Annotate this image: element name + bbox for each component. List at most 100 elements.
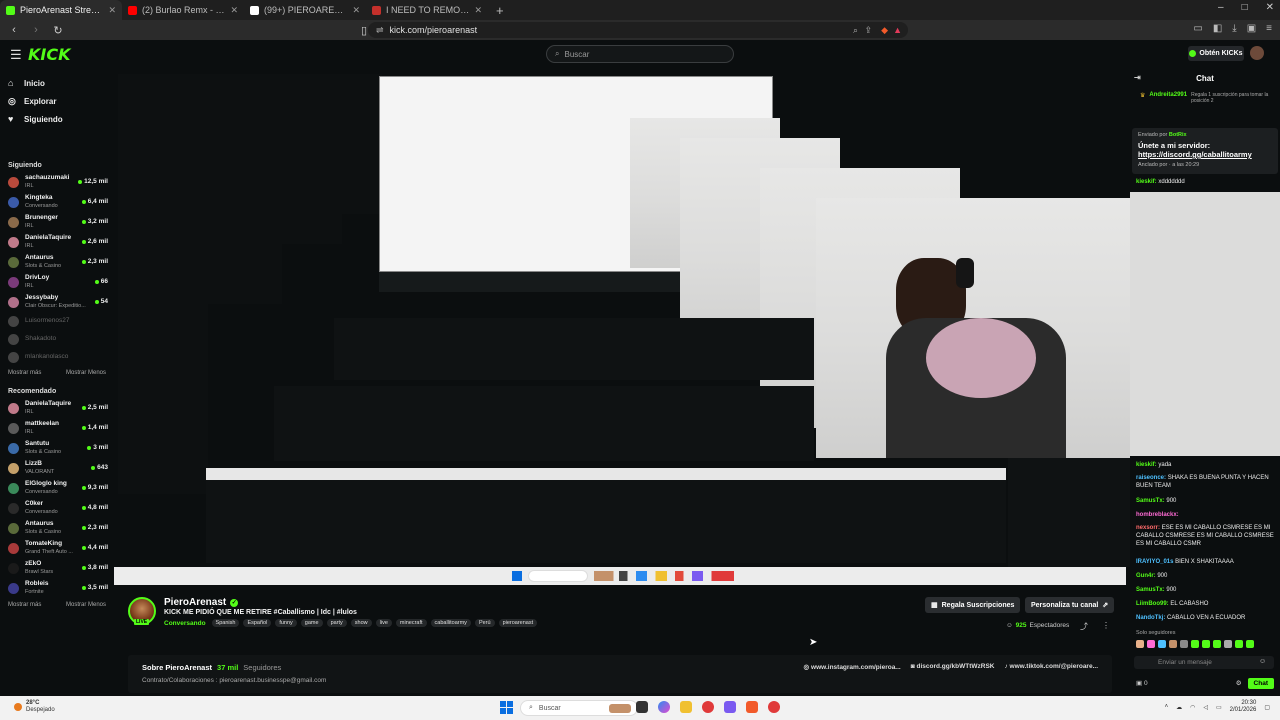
downloads-icon[interactable]: ⤓: [1232, 23, 1236, 34]
forward-icon[interactable]: ›: [28, 24, 44, 36]
browser-tab[interactable]: PieroArenast Stream - Watch Liv ✕: [0, 0, 122, 20]
chat-username[interactable]: NandoTkj:: [1136, 615, 1165, 621]
app-red-icon[interactable]: [702, 701, 714, 713]
chat-username[interactable]: LiimBoo99:: [1136, 601, 1169, 607]
zoom-icon[interactable]: ⌕: [853, 25, 858, 36]
chat-username[interactable]: Gun4r:: [1136, 573, 1156, 579]
kick-logo[interactable]: KICK: [28, 45, 71, 64]
sidebar-channel[interactable]: TomateKing Grand Theft Auto ... 4,4 mil: [0, 538, 114, 558]
emote[interactable]: [1169, 640, 1177, 648]
browser-tab[interactable]: I NEED TO REMOVE THE KICK LIMIT! ✕: [366, 0, 488, 20]
get-kicks-button[interactable]: Obtén KICKs: [1188, 46, 1244, 61]
teams-icon[interactable]: [724, 701, 736, 713]
battery-icon[interactable]: ▭: [1216, 704, 1222, 711]
clock[interactable]: 20:30 2/01/2026: [1230, 700, 1257, 714]
browser-tab[interactable]: (2) Burlao Remx - Bryant Myers x Anu ✕: [122, 0, 244, 20]
show-less-recommended[interactable]: Mostrar Menos: [66, 602, 106, 608]
menu-icon[interactable]: ≡: [1266, 23, 1272, 34]
sidebar-channel[interactable]: DanielaTaquire IRL 2,6 mil: [0, 232, 114, 252]
emote[interactable]: [1224, 640, 1232, 648]
reload-icon[interactable]: ↻: [50, 24, 66, 37]
new-tab-button[interactable]: +: [488, 3, 512, 18]
weather-widget[interactable]: 28°C Despejado: [14, 700, 55, 714]
chat-username[interactable]: kieskif:: [1136, 179, 1157, 185]
share-page-icon[interactable]: ⇪: [864, 25, 872, 36]
sidebar-channel[interactable]: DanielaTaquire IRL 2,5 mil: [0, 398, 114, 418]
hamburger-menu-icon[interactable]: ☰: [10, 47, 22, 63]
pinned-by-user[interactable]: BotRix: [1169, 132, 1187, 138]
maximize-button[interactable]: □: [1242, 2, 1248, 13]
sidebar-channel[interactable]: zEkO Brawl Stars 3,8 mil: [0, 558, 114, 578]
chat-username[interactable]: SamusTx:: [1136, 498, 1165, 504]
emote[interactable]: [1213, 640, 1221, 648]
sidebar-channel[interactable]: Kingteka Conversando 6,4 mil: [0, 192, 114, 212]
sidebar-channel[interactable]: Antaurus Slots & Casino 2,3 mil: [0, 518, 114, 538]
gift-subs-button[interactable]: ▦ Regala Suscripciones: [925, 597, 1021, 613]
close-tab-icon[interactable]: ✕: [352, 5, 360, 16]
sidebar-channel[interactable]: Robleis Fortnite 3,5 mil: [0, 578, 114, 598]
sidebar-nav-inicio[interactable]: ⌂ Inicio: [0, 74, 114, 92]
chat-username[interactable]: nexsorr:: [1136, 525, 1160, 531]
show-less-following[interactable]: Mostrar Menos: [66, 370, 106, 376]
channel-name[interactable]: PieroArenast: [164, 597, 226, 608]
emote[interactable]: [1202, 640, 1210, 648]
emote[interactable]: [1147, 640, 1155, 648]
brave-shield-icon[interactable]: ◆: [881, 25, 888, 36]
search-input[interactable]: ⌕ Buscar: [546, 45, 734, 63]
minimize-button[interactable]: –: [1218, 2, 1224, 13]
site-info-icon[interactable]: ⇌: [376, 25, 384, 36]
sidebar-toggle-icon[interactable]: ◧: [1213, 23, 1222, 34]
sidebar-channel[interactable]: C0ker Conversando 4,8 mil: [0, 498, 114, 518]
stream-tag[interactable]: show: [350, 619, 372, 627]
stream-tag[interactable]: minecraft: [395, 619, 427, 627]
emote[interactable]: [1246, 640, 1254, 648]
chat-username[interactable]: raiseonce:: [1136, 475, 1166, 481]
sidebar-channel[interactable]: Santutu Slots & Casino 3 mil: [0, 438, 114, 458]
leaderboard-user[interactable]: Andreita2991: [1149, 92, 1187, 104]
stream-tag[interactable]: funny: [275, 619, 297, 627]
chat-username[interactable]: hombreblackx:: [1136, 512, 1179, 518]
customize-channel-button[interactable]: Personaliza tu canal ⇗: [1025, 597, 1115, 613]
pinned-link[interactable]: https://discord.gg/caballitoarmy: [1138, 150, 1272, 159]
close-tab-icon[interactable]: ✕: [230, 5, 238, 16]
sidebar-nav-siguiendo[interactable]: ♥ Siguiendo: [0, 110, 114, 128]
video-player[interactable]: [114, 68, 1130, 567]
show-more-following[interactable]: Mostrar más: [8, 370, 41, 376]
copilot-icon[interactable]: [658, 701, 670, 713]
stream-tag[interactable]: party: [326, 619, 347, 627]
user-avatar[interactable]: [1250, 46, 1264, 60]
chat-username[interactable]: SamusTx:: [1136, 587, 1165, 593]
settings-icon[interactable]: ⚙: [1236, 679, 1242, 687]
close-tab-icon[interactable]: ✕: [474, 5, 482, 16]
stream-category[interactable]: Conversando: [164, 620, 206, 627]
discord-link[interactable]: ◙ discord.gg/kbWTtWzRSK: [911, 663, 995, 671]
emote[interactable]: [1136, 640, 1144, 648]
chat-username[interactable]: IRAYIYO_01s: [1136, 559, 1173, 565]
stream-tag[interactable]: Español: [243, 619, 272, 627]
sidebar-channel[interactable]: mlankanolasco: [0, 348, 114, 366]
brave-browser-icon[interactable]: [746, 701, 758, 713]
stream-tag[interactable]: caballitoarmy: [430, 619, 471, 627]
brave-rewards-icon[interactable]: ▲: [893, 25, 902, 35]
notifications-icon[interactable]: ▢: [1264, 704, 1270, 711]
sidebar-nav-explorar[interactable]: ◎ Explorar: [0, 92, 114, 110]
volume-icon[interactable]: ◁: [1203, 704, 1208, 711]
wifi-icon[interactable]: ◠: [1190, 704, 1195, 711]
sidebar-channel[interactable]: ElGloglo king Conversando 9,3 mil: [0, 478, 114, 498]
sidebar-channel[interactable]: DrivLoy IRL 66: [0, 272, 114, 292]
extension-icon[interactable]: ▭: [1193, 23, 1202, 34]
file-explorer-icon[interactable]: [680, 701, 692, 713]
chrome-icon[interactable]: [768, 701, 780, 713]
chat-username[interactable]: kieskif:: [1136, 462, 1157, 468]
emote[interactable]: [1235, 640, 1243, 648]
tiktok-link[interactable]: ♪ www.tiktok.com/@pieroare...: [1004, 663, 1098, 671]
address-bar[interactable]: ⇌ kick.com/pieroarenast ⌕ ⇪ ◆ ▲: [368, 22, 908, 38]
stream-tag[interactable]: game: [300, 619, 323, 627]
sidebar-channel[interactable]: Brunenger IRL 3,2 mil: [0, 212, 114, 232]
browser-tab[interactable]: (99+) PIEROARENAST (@pieroare ✕: [244, 0, 366, 20]
task-view-icon[interactable]: [636, 701, 648, 713]
close-tab-icon[interactable]: ✕: [108, 5, 116, 16]
sidebar-channel[interactable]: Luisormenos27: [0, 312, 114, 330]
tray-app-icon[interactable]: ☁: [1176, 704, 1182, 711]
sidebar-channel[interactable]: mattkeelan IRL 1,4 mil: [0, 418, 114, 438]
